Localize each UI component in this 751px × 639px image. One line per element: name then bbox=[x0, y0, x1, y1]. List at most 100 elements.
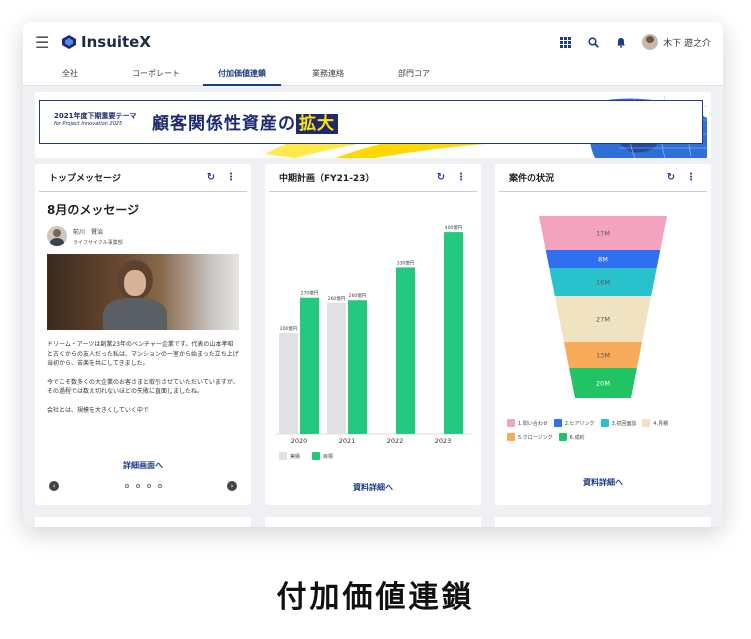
message-paragraph: ドリーム・アーツは創業23年のベンチャー企業です。代表の山本孝昭と古くからの友人… bbox=[47, 341, 239, 367]
author-photo bbox=[47, 254, 239, 330]
photo-face bbox=[124, 270, 146, 296]
tab-corporate[interactable]: コーポレート bbox=[113, 62, 199, 85]
message-paragraph: 会社とは、規模を大きくしていく中で bbox=[47, 406, 149, 414]
detail-screen-link[interactable]: 詳細画面へ bbox=[35, 460, 251, 471]
bar-目標-2022 bbox=[396, 267, 415, 434]
app-window: ☰ InsuiteX 木下 遊之介 全社 コーポレート 付加価値連鎖 業務連絡 … bbox=[23, 22, 723, 527]
message-paragraph: 今でこそ数多くの大企業のお客さまと取引させていただいていますが、その過程では数え… bbox=[47, 378, 239, 396]
card-stub bbox=[35, 517, 251, 527]
x-tick-label: 2020 bbox=[291, 437, 308, 445]
card-stub bbox=[265, 517, 481, 527]
photo-body bbox=[103, 298, 167, 330]
document-detail-link[interactable]: 資料詳細へ bbox=[495, 477, 711, 488]
bar-value-label: 400億円 bbox=[445, 224, 463, 231]
card-title: 案件の状況 bbox=[509, 174, 555, 184]
more-vertical-icon[interactable]: ⋮ bbox=[225, 172, 237, 184]
funnel-value-label: 17M bbox=[596, 230, 610, 238]
card-title: トップメッセージ bbox=[49, 174, 121, 184]
bar-目標-2023 bbox=[444, 232, 463, 434]
card-row: トップメッセージ ↻ ⋮ 8月のメッセージ 前川 賢治 ライフサイクル事業部 ド… bbox=[35, 164, 711, 505]
user-avatar[interactable] bbox=[642, 34, 659, 50]
pager-dot[interactable] bbox=[157, 484, 162, 488]
legend-swatch bbox=[600, 419, 609, 427]
pipeline-status-card: 案件の状況 ↻ ⋮ 17M 8M 16M 27M 13M 20M 1.問い合わせ 2.ヒアリ… bbox=[495, 164, 711, 505]
mid-term-plan-card: 中期計画（FY21-23） ↻ ⋮ 200億円 270億円 2020 260億円 260… bbox=[265, 164, 481, 505]
app-name: InsuiteX bbox=[81, 33, 151, 51]
refresh-icon[interactable]: ↻ bbox=[205, 172, 217, 184]
legend-swatch bbox=[558, 433, 567, 441]
bell-icon[interactable] bbox=[614, 35, 628, 49]
legend-label: 5.クロージング bbox=[518, 434, 553, 441]
tab-business-contact[interactable]: 業務連絡 bbox=[285, 62, 371, 85]
bar-目標-2021 bbox=[348, 300, 367, 434]
search-icon[interactable] bbox=[586, 35, 600, 49]
x-tick-label: 2023 bbox=[435, 437, 452, 445]
theme-banner[interactable]: 2021年度下期重要テーマ for Project Innovation 202… bbox=[35, 92, 711, 158]
logo-mark-icon bbox=[62, 35, 76, 49]
legend-label: 3.初回面談 bbox=[611, 420, 637, 427]
bar-value-label: 330億円 bbox=[397, 259, 415, 266]
document-detail-link[interactable]: 資料詳細へ bbox=[265, 482, 481, 493]
funnel-value-label: 27M bbox=[596, 316, 610, 324]
legend-swatch bbox=[642, 419, 651, 427]
top-bar: ☰ InsuiteX 木下 遊之介 bbox=[23, 22, 723, 62]
card-header: トップメッセージ ↻ ⋮ bbox=[39, 164, 247, 192]
legend-item-target: 目標 bbox=[312, 452, 333, 460]
banner-frame: 2021年度下期重要テーマ for Project Innovation 202… bbox=[39, 100, 703, 144]
page-caption: 付加価値連鎖 bbox=[276, 580, 475, 615]
legend-swatch bbox=[507, 433, 515, 441]
pager-dot[interactable] bbox=[124, 484, 129, 488]
author-avatar bbox=[47, 226, 67, 246]
author-name: 前川 賢治 bbox=[73, 228, 104, 236]
refresh-icon[interactable]: ↻ bbox=[665, 172, 677, 184]
legend-item: 6.成約 bbox=[558, 433, 584, 441]
card-title: 中期計画（FY21-23） bbox=[279, 174, 375, 184]
legend-label: 目標 bbox=[323, 453, 334, 460]
x-tick-label: 2022 bbox=[387, 437, 404, 445]
legend-item: 1.問い合わせ bbox=[507, 419, 548, 427]
next-arrow-icon[interactable]: › bbox=[227, 481, 237, 491]
card-header: 中期計画（FY21-23） ↻ ⋮ bbox=[269, 164, 477, 192]
bar-legend: 実績 目標 bbox=[279, 452, 345, 466]
funnel-chart: 17M 8M 16M 27M 13M 20M bbox=[539, 216, 667, 398]
pager-dot[interactable] bbox=[135, 484, 140, 488]
legend-label: 4.見積 bbox=[653, 420, 669, 427]
message-body: ドリーム・アーツは創業23年のベンチャー企業です。代表の山本孝昭と古くからの友人… bbox=[47, 340, 239, 434]
legend-item: 2.ヒアリング bbox=[553, 419, 595, 427]
card-header: 案件の状況 ↻ ⋮ bbox=[499, 164, 707, 192]
top-message-card: トップメッセージ ↻ ⋮ 8月のメッセージ 前川 賢治 ライフサイクル事業部 ド… bbox=[35, 164, 251, 505]
bar-実績-2020 bbox=[279, 333, 298, 434]
legend-swatch bbox=[312, 452, 321, 460]
prev-arrow-icon[interactable]: ‹ bbox=[49, 481, 59, 491]
bar-目標-2020 bbox=[300, 297, 319, 434]
banner-headline: 顧客関係性資産の 拡大 bbox=[152, 109, 338, 134]
banner-highlight: 拡大 bbox=[296, 114, 338, 134]
carousel-pager: ‹ › bbox=[49, 481, 237, 491]
more-vertical-icon[interactable]: ⋮ bbox=[455, 172, 467, 184]
bar-value-label: 260億円 bbox=[328, 295, 346, 302]
banner-sub-text: for Project Innovation 2025 bbox=[54, 121, 123, 127]
legend-item-actual: 実績 bbox=[279, 452, 300, 460]
tab-company[interactable]: 全社 bbox=[27, 62, 113, 85]
page: ☰ InsuiteX 木下 遊之介 全社 コーポレート 付加価値連鎖 業務連絡 … bbox=[0, 0, 751, 639]
funnel-value-label: 20M bbox=[596, 380, 610, 388]
pager-dot[interactable] bbox=[146, 484, 151, 488]
legend-label: 実績 bbox=[290, 453, 301, 460]
bar-value-label: 270億円 bbox=[301, 290, 319, 297]
menu-icon[interactable]: ☰ bbox=[35, 33, 53, 52]
legend-label: 1.問い合わせ bbox=[518, 420, 548, 427]
legend-item: 4.見積 bbox=[642, 419, 668, 427]
bar-value-label: 200億円 bbox=[280, 325, 298, 332]
user-name[interactable]: 木下 遊之介 bbox=[663, 36, 711, 49]
funnel-value-label: 8M bbox=[598, 256, 608, 264]
apps-grid-icon[interactable] bbox=[558, 35, 572, 49]
legend-swatch bbox=[279, 452, 287, 460]
refresh-icon[interactable]: ↻ bbox=[435, 172, 447, 184]
more-vertical-icon[interactable]: ⋮ bbox=[685, 172, 697, 184]
tab-value-chain[interactable]: 付加価値連鎖 bbox=[199, 62, 285, 86]
tab-department-core[interactable]: 部門コア bbox=[371, 62, 457, 85]
funnel-legend: 1.問い合わせ 2.ヒアリング 3.初回面談 4.見積 5.クロージング 6.成約 bbox=[507, 419, 703, 447]
logo[interactable]: InsuiteX bbox=[61, 33, 151, 51]
funnel-value-label: 13M bbox=[596, 352, 610, 360]
legend-item: 3.初回面談 bbox=[600, 419, 637, 427]
